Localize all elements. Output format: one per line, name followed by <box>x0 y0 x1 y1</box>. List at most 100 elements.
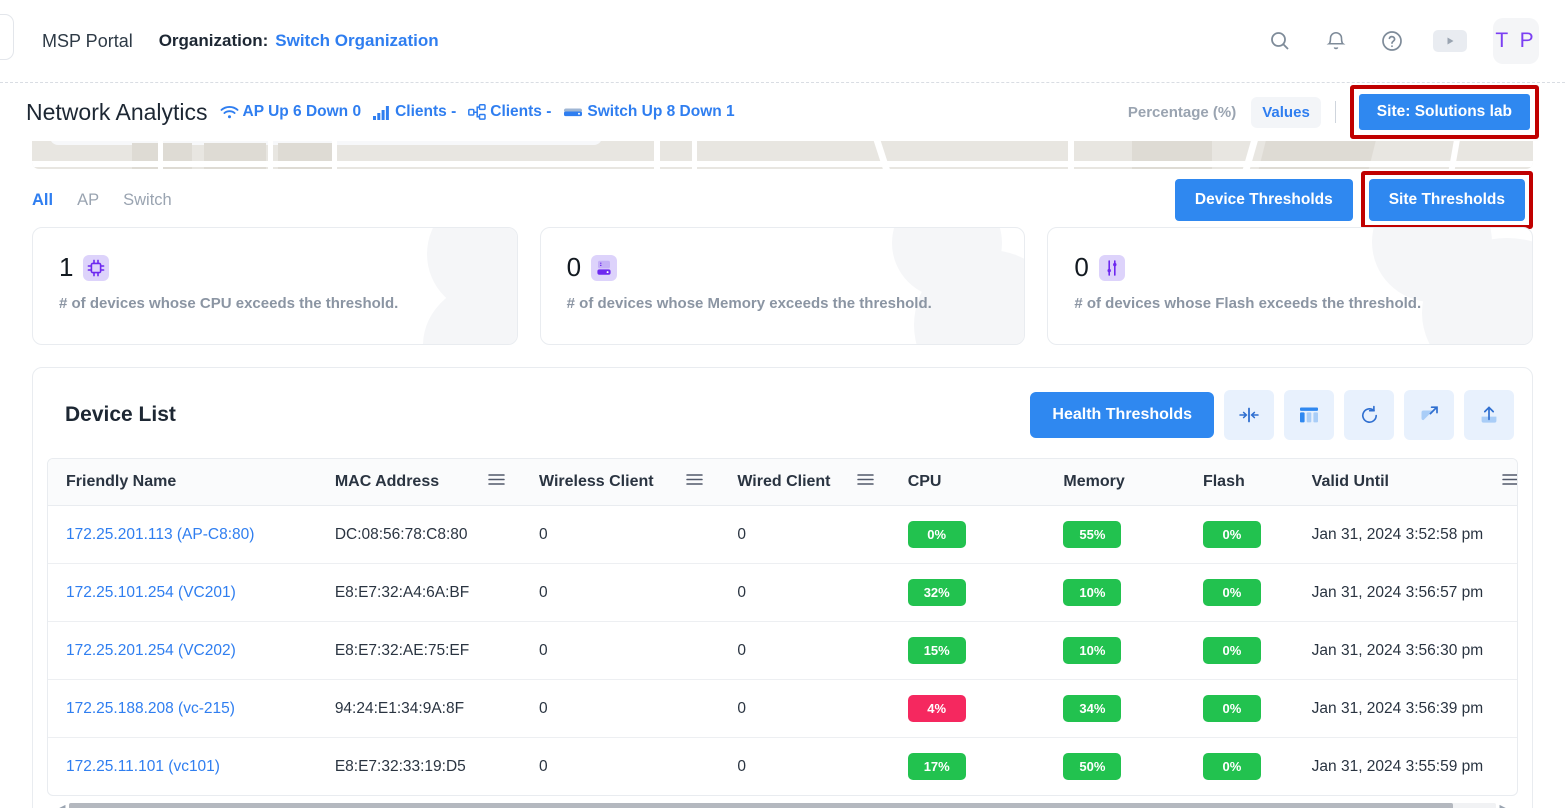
column-menu-icon[interactable] <box>686 473 704 491</box>
cell-flash: 0% <box>1184 505 1294 564</box>
organization-group: Organization: Switch Organization <box>159 31 439 51</box>
cell-wired-client: 0 <box>719 505 890 564</box>
fit-columns-icon[interactable] <box>1224 390 1274 440</box>
col-friendly-name-label: Friendly Name <box>66 473 177 490</box>
flash-sliders-icon <box>1098 254 1125 281</box>
stat-switch-text: Switch Up 8 Down 1 <box>587 103 735 120</box>
device-link[interactable]: 172.25.201.254 (VC202) <box>66 642 236 659</box>
cpu-threshold-card: 1 # of devices whose CPU exceeds the thr… <box>32 227 518 345</box>
cell-wired-client: 0 <box>719 679 890 738</box>
stat-switch-status[interactable]: Switch Up 8 Down 1 <box>563 103 735 121</box>
switch-organization-link[interactable]: Switch Organization <box>275 31 438 51</box>
status-badge: 55% <box>1063 521 1122 548</box>
site-selector-wrapper: Site: Solutions lab <box>1349 85 1539 139</box>
cell-wired-client: 0 <box>719 621 890 680</box>
organization-label: Organization: <box>158 31 269 50</box>
site-thresholds-button[interactable]: Site Thresholds <box>1368 179 1525 221</box>
scrollbar-thumb[interactable] <box>69 802 1453 808</box>
col-cpu[interactable]: CPU <box>889 459 1046 506</box>
stat-wired-clients-text: Clients - <box>490 103 552 120</box>
help-icon[interactable] <box>1377 26 1407 56</box>
scrollbar-track[interactable] <box>69 802 1496 808</box>
table-row[interactable]: 172.25.101.254 (VC201) E8:E7:32:A4:6A:BF… <box>48 563 1517 622</box>
device-link[interactable]: 172.25.188.208 (vc-215) <box>66 700 235 717</box>
bell-icon[interactable] <box>1321 26 1351 56</box>
device-link[interactable]: 172.25.201.113 (AP-C8:80) <box>66 526 254 543</box>
avatar[interactable]: T P <box>1493 18 1539 64</box>
device-link[interactable]: 172.25.101.254 (VC201) <box>66 584 236 601</box>
column-menu-icon[interactable] <box>488 473 505 491</box>
stat-wireless-clients[interactable]: Clients - <box>373 103 456 121</box>
refresh-icon[interactable] <box>1344 390 1394 440</box>
left-edge-tab[interactable] <box>0 14 14 60</box>
column-menu-icon[interactable] <box>856 473 874 491</box>
topbar-right-group: T P <box>1265 18 1565 64</box>
msp-portal-label[interactable]: MSP Portal <box>42 31 133 52</box>
table-row[interactable]: 172.25.11.101 (vc101) E8:E7:32:33:19:D5 … <box>48 738 1517 796</box>
device-thresholds-button[interactable]: Device Thresholds <box>1174 179 1353 221</box>
flash-threshold-card: 0 # of devices whose Flash exceeds the t… <box>1047 227 1534 345</box>
tab-all[interactable]: All <box>32 191 53 210</box>
column-menu-icon[interactable] <box>1502 473 1517 491</box>
cell-valid-until: Jan 31, 2024 3:55:59 pm <box>1311 757 1484 775</box>
table-row[interactable]: 172.25.188.208 (vc-215) 94:24:E1:34:9A:8… <box>48 679 1517 738</box>
col-valid-until[interactable]: Valid Until <box>1293 459 1517 506</box>
cell-cpu: 0% <box>889 505 1046 564</box>
subheader-right-group: Percentage (%) Values Site: Solutions la… <box>1117 85 1539 139</box>
cell-cpu: 15% <box>889 621 1046 680</box>
expand-icon[interactable] <box>1404 390 1454 440</box>
device-table-body: 172.25.201.113 (AP-C8:80) DC:08:56:78:C8… <box>48 505 1517 796</box>
status-badge: 10% <box>1063 579 1122 606</box>
threshold-buttons-group: Device Thresholds Site Thresholds <box>1174 171 1533 229</box>
cell-memory: 50% <box>1045 738 1185 796</box>
device-list-title: Device List <box>65 403 176 426</box>
status-badge: 0% <box>1202 579 1261 606</box>
status-badge: 0% <box>1202 753 1261 780</box>
status-badge: 15% <box>907 637 966 664</box>
device-list-header: Device List Health Thresholds <box>47 386 1518 440</box>
toggle-values[interactable]: Values <box>1251 96 1321 128</box>
map-road <box>332 137 337 169</box>
table-row[interactable]: 172.25.201.113 (AP-C8:80) DC:08:56:78:C8… <box>48 505 1517 564</box>
flash-card-head: 0 <box>1074 252 1506 283</box>
col-mac-address[interactable]: MAC Address <box>316 459 521 506</box>
scroll-right-icon[interactable]: ▶ <box>1500 802 1508 808</box>
cell-flash: 0% <box>1184 563 1294 622</box>
cell-mac-address: 94:24:E1:34:9A:8F <box>316 679 521 738</box>
status-badge: 0% <box>1202 637 1261 664</box>
column-settings-icon[interactable] <box>1284 390 1334 440</box>
col-wireless-client[interactable]: Wireless Client <box>521 459 720 506</box>
col-flash[interactable]: Flash <box>1184 459 1294 506</box>
device-link[interactable]: 172.25.11.101 (vc101) <box>66 758 220 775</box>
site-selector-button[interactable]: Site: Solutions lab <box>1358 94 1530 130</box>
health-thresholds-button[interactable]: Health Thresholds <box>1030 392 1214 438</box>
stat-wireless-clients-text: Clients - <box>395 103 457 120</box>
stat-wired-clients[interactable]: Clients - <box>468 103 551 121</box>
table-row[interactable]: 172.25.201.254 (VC202) E8:E7:32:AE:75:EF… <box>48 621 1517 680</box>
status-badge: 0% <box>1202 521 1261 548</box>
tab-ap[interactable]: AP <box>77 191 99 210</box>
cell-cpu: 4% <box>889 679 1046 738</box>
table-horizontal-scrollbar[interactable]: ◀ ▶ <box>57 802 1508 808</box>
toggle-percentage[interactable]: Percentage (%) <box>1117 97 1247 128</box>
tab-switch[interactable]: Switch <box>123 191 172 210</box>
cell-valid-until: Jan 31, 2024 3:56:30 pm <box>1293 621 1517 680</box>
upload-icon[interactable] <box>1464 390 1514 440</box>
play-icon[interactable] <box>1433 30 1467 52</box>
stat-ap-status[interactable]: AP Up 6 Down 0 <box>220 103 361 121</box>
cell-wireless-client: 0 <box>521 621 720 680</box>
network-topology-icon <box>468 103 486 121</box>
cell-valid-until: Jan 31, 2024 3:56:39 pm <box>1293 679 1517 738</box>
search-icon[interactable] <box>1265 26 1295 56</box>
col-cpu-label: CPU <box>907 473 942 490</box>
col-mac-address-label: MAC Address <box>334 473 440 490</box>
cpu-card-value: 1 <box>59 252 74 282</box>
page-content: All AP Switch Device Thresholds Site Thr… <box>0 169 1565 808</box>
status-badge: 50% <box>1063 753 1122 780</box>
col-memory[interactable]: Memory <box>1045 459 1185 506</box>
col-friendly-name[interactable]: Friendly Name <box>48 459 317 506</box>
scroll-left-icon[interactable]: ◀ <box>57 802 65 808</box>
col-wired-client[interactable]: Wired Client <box>719 459 890 506</box>
col-memory-label: Memory <box>1063 473 1125 490</box>
map-road <box>32 161 1533 167</box>
